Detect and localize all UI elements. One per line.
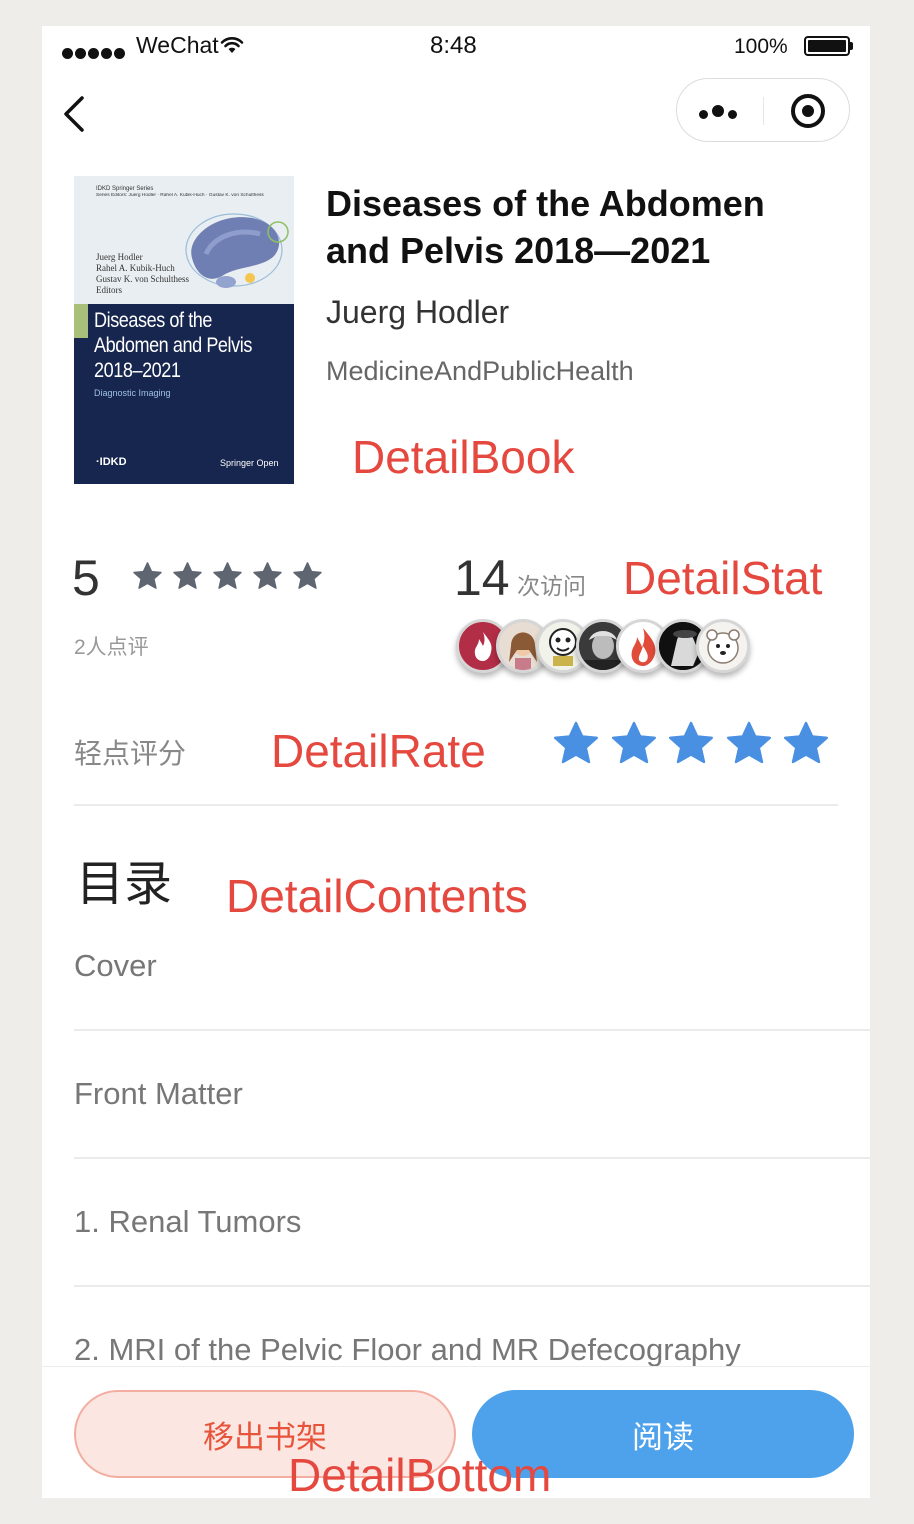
battery-icon (804, 36, 853, 56)
annotation-detail-rate: DetailRate (271, 725, 486, 777)
star-icon (213, 562, 242, 589)
status-time: 8:48 (430, 32, 477, 59)
divider (74, 804, 838, 806)
toc-item-cover[interactable]: Cover (74, 948, 157, 984)
cover-accent-bar (74, 304, 88, 338)
target-icon[interactable] (791, 94, 825, 128)
cover-badge: ·IDKD (96, 456, 127, 468)
rate-stars[interactable] (552, 720, 840, 768)
cover-editors: Juerg Hodler Rahel A. Kubik-Huch Gustav … (96, 252, 189, 295)
phone-screen: WeChat 8:48 100% IDKD Springer Series Se… (42, 26, 870, 1498)
toc-item-chapter-2[interactable]: 2. MRI of the Pelvic Floor and MR Defeco… (74, 1332, 741, 1368)
star-icon[interactable] (552, 720, 600, 768)
toc-item-chapter-1[interactable]: 1. Renal Tumors (74, 1204, 301, 1240)
toc-item-front-matter[interactable]: Front Matter (74, 1076, 243, 1112)
avatar[interactable] (696, 619, 750, 673)
annotation-detail-book: DetailBook (352, 431, 575, 483)
signal-dots-icon (62, 38, 127, 65)
visit-count: 14 (454, 550, 510, 606)
star-icon[interactable] (610, 720, 658, 768)
capsule-divider (763, 97, 764, 125)
book-author: Juerg Hodler (326, 294, 510, 330)
star-icon (133, 562, 162, 589)
reviewer-count: 2人点评 (74, 636, 149, 659)
cover-publisher: Springer Open (220, 458, 279, 468)
star-icon[interactable] (782, 720, 830, 768)
book-cover[interactable]: IDKD Springer Series Series Editors: Jue… (74, 176, 294, 484)
star-icon (173, 562, 202, 589)
rating-stars (132, 561, 332, 592)
star-icon (253, 562, 282, 589)
cover-subtitle: Diagnostic Imaging (94, 388, 171, 398)
divider (74, 1285, 870, 1287)
book-title: Diseases of the Abdomen and Pelvis 2018—… (326, 183, 765, 271)
annotation-detail-stat: DetailStat (623, 552, 823, 604)
star-icon[interactable] (667, 720, 715, 768)
rate-label: 轻点评分 (74, 738, 187, 769)
carrier-label: WeChat (136, 32, 219, 58)
divider (74, 1029, 870, 1031)
contents-title: 目录 (76, 858, 173, 911)
rating-score: 5 (72, 550, 100, 606)
battery-percent: 100% (734, 35, 788, 58)
cover-title: Diseases of the Abdomen and Pelvis 2018–… (94, 309, 252, 382)
annotation-detail-contents: DetailContents (226, 870, 528, 922)
back-arrow-icon[interactable] (60, 94, 90, 134)
book-category: MedicineAndPublicHealth (326, 356, 634, 386)
cover-series: IDKD Springer Series Series Editors: Jue… (96, 186, 264, 198)
mini-program-capsule (676, 78, 850, 142)
divider (74, 1157, 870, 1159)
wifi-icon (220, 36, 244, 59)
cover-organ-illustration (178, 206, 290, 307)
more-dots-icon[interactable] (699, 105, 741, 124)
visit-label: 次访问 (517, 573, 586, 599)
star-icon (293, 562, 322, 589)
star-icon[interactable] (725, 720, 773, 768)
annotation-detail-bottom: DetailBottom (288, 1449, 552, 1498)
